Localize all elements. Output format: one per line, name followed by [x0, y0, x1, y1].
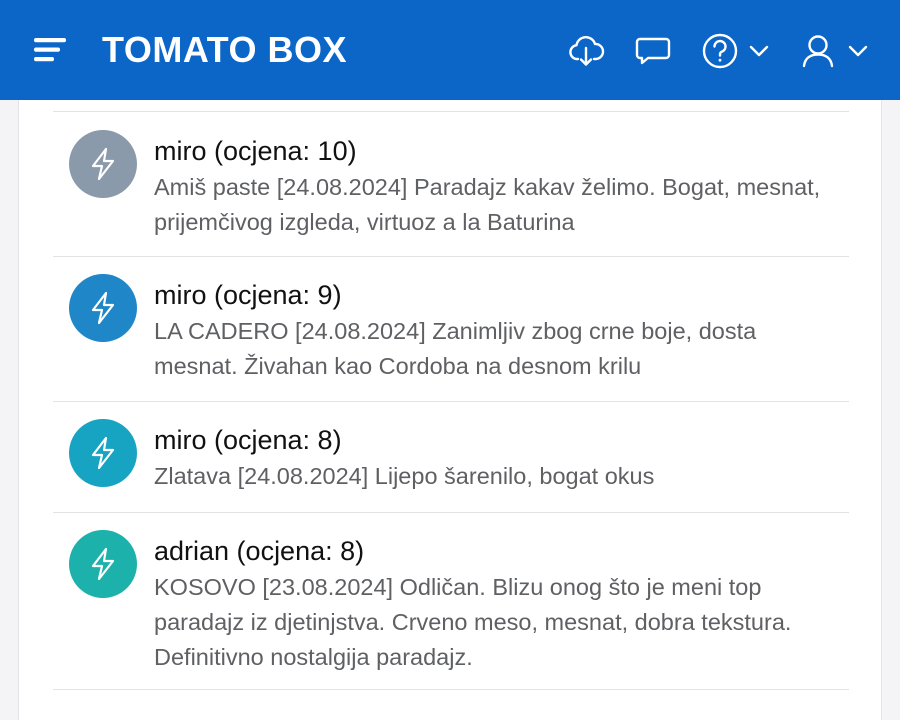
review-title: adrian (ocjena: 8) [154, 536, 365, 566]
lightning-icon [91, 147, 115, 181]
review-item[interactable]: adrian (ocjena: 8) KOSOVO [23.08.2024] O… [53, 513, 849, 689]
review-avatar [69, 419, 137, 487]
review-text: LA CADERO [24.08.2024] Zanimljiv zbog cr… [154, 318, 757, 379]
app-bar: TOMATO BOX [0, 0, 900, 100]
help-menu-button[interactable] [701, 30, 771, 72]
reviews-card: miro (ocjena: 10) Amiš paste [24.08.2024… [18, 100, 882, 720]
user-icon [802, 35, 834, 68]
lightning-icon [91, 436, 115, 470]
review-avatar [69, 274, 137, 342]
review-avatar [69, 530, 137, 598]
chevron-down-icon [749, 45, 769, 57]
help-icon [702, 33, 738, 69]
review-text: Zlatava [24.08.2024] Lijepo šarenilo, bo… [154, 463, 655, 489]
download-button[interactable] [566, 30, 606, 72]
divider [53, 689, 849, 690]
user-menu-button[interactable] [800, 30, 870, 72]
lightning-icon [91, 547, 115, 581]
chat-bubble-icon [635, 37, 671, 65]
review-title: miro (ocjena: 8) [154, 425, 342, 455]
lightning-icon [91, 291, 115, 325]
review-title: miro (ocjena: 10) [154, 136, 357, 166]
menu-button[interactable] [30, 34, 70, 68]
cloud-download-icon [569, 35, 605, 66]
review-avatar [69, 130, 137, 198]
review-item[interactable]: miro (ocjena: 10) Amiš paste [24.08.2024… [53, 112, 849, 256]
review-item[interactable]: miro (ocjena: 8) Zlatava [24.08.2024] Li… [53, 402, 849, 512]
chat-button[interactable] [633, 30, 673, 72]
review-text: Amiš paste [24.08.2024] Paradajz kakav ž… [154, 174, 821, 235]
review-title: miro (ocjena: 9) [154, 280, 342, 310]
review-text: KOSOVO [23.08.2024] Odličan. Blizu onog … [154, 574, 792, 670]
app-title: TOMATO BOX [102, 29, 348, 70]
review-item[interactable]: miro (ocjena: 9) LA CADERO [24.08.2024] … [53, 257, 849, 401]
chevron-down-icon [848, 45, 868, 57]
menu-icon [34, 38, 66, 62]
